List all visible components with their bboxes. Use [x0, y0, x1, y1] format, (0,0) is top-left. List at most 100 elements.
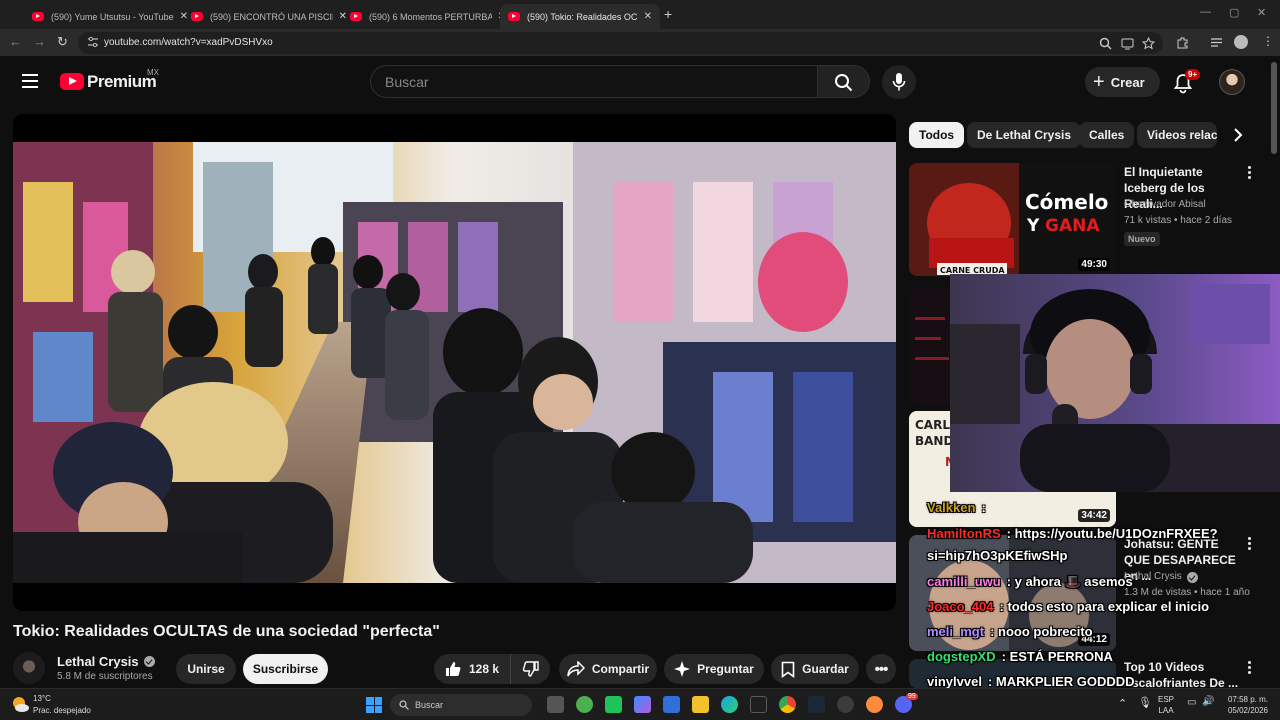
create-button[interactable]: + Crear	[1085, 67, 1160, 97]
maximize-window-icon[interactable]: ▢	[1229, 6, 1239, 19]
weather-condition[interactable]: Prac. despejado	[33, 706, 91, 715]
reload-icon[interactable]: ↻	[57, 34, 68, 50]
recommended-title[interactable]: Top 10 Videos Escalofriantes De ...	[1124, 659, 1244, 691]
recommended-thumbnail[interactable]: Cómelo Y GANA CARNE CRUDA 49:30	[909, 163, 1116, 276]
logo-text[interactable]: Premium	[87, 72, 157, 92]
browser-tab-strip: (590) Yume Utsutsu - YouTube ✕ (590) ENC…	[0, 0, 1280, 29]
chat-text: : https://youtu.be/U1DOznFRXEE?	[1006, 526, 1218, 541]
chip-related[interactable]: Videos relac	[1137, 122, 1217, 148]
chip-all[interactable]: Todos	[909, 122, 965, 148]
browser-tab[interactable]: (590) Yume Utsutsu - YouTube ✕	[24, 4, 196, 29]
page-scrollbar[interactable]	[1271, 62, 1277, 154]
chat-text: : todos esto para explicar el inicio	[999, 599, 1210, 614]
language-bottom: LAA	[1158, 706, 1174, 715]
close-window-icon[interactable]: ✕	[1257, 6, 1266, 19]
app-icon[interactable]	[837, 696, 854, 713]
chevron-up-icon[interactable]: ⌃	[1118, 697, 1127, 710]
app-icon[interactable]	[576, 696, 593, 713]
chat-message: vinylvvel: MARKPLIER GODDDD	[927, 674, 1135, 689]
chat-username: vinylvvel	[927, 674, 982, 689]
chip-label: De Lethal Crysis	[977, 128, 1072, 142]
close-tab-icon[interactable]: ✕	[644, 11, 652, 22]
chrome-menu-icon[interactable]: ⋮	[1262, 34, 1274, 48]
site-info-icon[interactable]	[87, 36, 99, 48]
video-player[interactable]	[13, 114, 896, 611]
join-button[interactable]: Unirse	[176, 654, 236, 684]
browser-tab[interactable]: (590) ENCONTRÓ UNA PISCINA ✕	[183, 4, 355, 29]
more-vertical-icon[interactable]	[1248, 166, 1252, 180]
more-actions-button[interactable]: •••	[866, 654, 896, 684]
volume-icon[interactable]: 🔊	[1202, 696, 1214, 707]
sparkle-icon	[674, 661, 691, 677]
ask-label: Preguntar	[697, 662, 754, 676]
thumbnail-text: BAND	[915, 434, 953, 448]
like-button[interactable]: 128 k	[434, 654, 510, 684]
store-icon[interactable]	[663, 696, 680, 713]
chip-channel[interactable]: De Lethal Crysis	[967, 122, 1082, 148]
ask-button[interactable]: Preguntar	[664, 654, 764, 684]
edge-icon[interactable]	[721, 696, 738, 713]
chat-message: camilli_uwu: y ahora 🎩 asemos	[927, 574, 1133, 590]
youtube-favicon-icon	[191, 12, 203, 21]
zoom-icon[interactable]	[1099, 37, 1112, 50]
extensions-icon[interactable]	[1176, 36, 1189, 49]
steam-icon[interactable]	[808, 696, 825, 713]
chip-streets[interactable]: Calles	[1079, 122, 1135, 148]
search-box[interactable]	[370, 65, 818, 98]
more-horizontal-icon: •••	[874, 660, 889, 678]
back-icon[interactable]: ←	[9, 34, 22, 49]
start-button[interactable]	[366, 697, 382, 713]
join-label: Unirse	[187, 662, 225, 676]
share-button[interactable]: Compartir	[559, 654, 657, 684]
recommended-channel[interactable]: Lethal Crysis	[1124, 569, 1198, 585]
chat-text: :	[981, 500, 986, 515]
profile-avatar-icon[interactable]	[1234, 35, 1248, 49]
chat-message: Joaco_404: todos esto para explicar el i…	[927, 599, 1209, 614]
voice-search-button[interactable]	[882, 65, 916, 99]
search-button[interactable]	[817, 65, 870, 98]
address-bar[interactable]: youtube.com/watch?v=xadPvDSHVxo	[78, 32, 1163, 54]
terminal-icon[interactable]	[750, 696, 767, 713]
clock[interactable]: 07:58 p. m. 05/02/2026	[1222, 694, 1268, 716]
windows-taskbar: 13°C Prac. despejado Buscar 99 ⌃ 🎙 ESP L…	[0, 688, 1280, 720]
more-vertical-icon[interactable]	[1248, 661, 1252, 675]
weather-icon[interactable]	[10, 694, 30, 714]
app-icon[interactable]	[866, 696, 883, 713]
channel-name[interactable]: Lethal Crysis	[57, 654, 155, 669]
language-indicator[interactable]: ESP LAA	[1158, 694, 1174, 716]
channel-name-text[interactable]: Lethal Crysis	[57, 654, 139, 669]
chip-label: Todos	[919, 128, 955, 142]
task-view-icon[interactable]	[547, 696, 564, 713]
hamburger-menu-icon[interactable]	[22, 74, 38, 88]
webcam-image	[950, 274, 1280, 492]
taskbar-search[interactable]: Buscar	[390, 694, 532, 716]
channel-avatar[interactable]	[13, 652, 45, 684]
copilot-icon[interactable]	[634, 696, 651, 713]
chevron-right-icon[interactable]	[1225, 122, 1251, 148]
search-input[interactable]	[385, 74, 805, 90]
obs-icon[interactable]	[605, 696, 622, 713]
bookmark-star-icon[interactable]	[1142, 37, 1155, 50]
minimize-window-icon[interactable]: —	[1200, 6, 1211, 18]
account-avatar[interactable]	[1219, 69, 1245, 95]
subscribe-button[interactable]: Suscribirse	[243, 654, 328, 684]
youtube-logo-icon[interactable]	[60, 73, 84, 90]
thumbnail-text: GANA	[1045, 216, 1100, 236]
chrome-icon[interactable]	[779, 696, 796, 713]
forward-icon[interactable]: →	[33, 34, 46, 49]
file-explorer-icon[interactable]	[692, 696, 709, 713]
reading-list-icon[interactable]	[1210, 36, 1223, 49]
cast-icon[interactable]	[1121, 37, 1134, 50]
browser-tab[interactable]: (590) 6 Momentos PERTURBAD ✕	[342, 4, 514, 29]
dislike-button[interactable]	[510, 654, 550, 684]
more-vertical-icon[interactable]	[1248, 537, 1252, 551]
new-tab-button[interactable]: +	[664, 6, 672, 22]
recommended-channel[interactable]: Observador Abisal	[1124, 197, 1206, 213]
video-frame[interactable]	[13, 142, 896, 583]
microphone-tray-icon[interactable]: 🎙	[1138, 696, 1152, 709]
save-button[interactable]: Guardar	[771, 654, 859, 684]
browser-tab-active[interactable]: (590) Tokio: Realidades OCULTA ✕	[500, 4, 660, 29]
weather-temperature[interactable]: 13°C	[33, 694, 51, 703]
network-icon[interactable]: ▭	[1187, 697, 1196, 708]
url-text: youtube.com/watch?v=xadPvDSHVxo	[104, 37, 273, 48]
